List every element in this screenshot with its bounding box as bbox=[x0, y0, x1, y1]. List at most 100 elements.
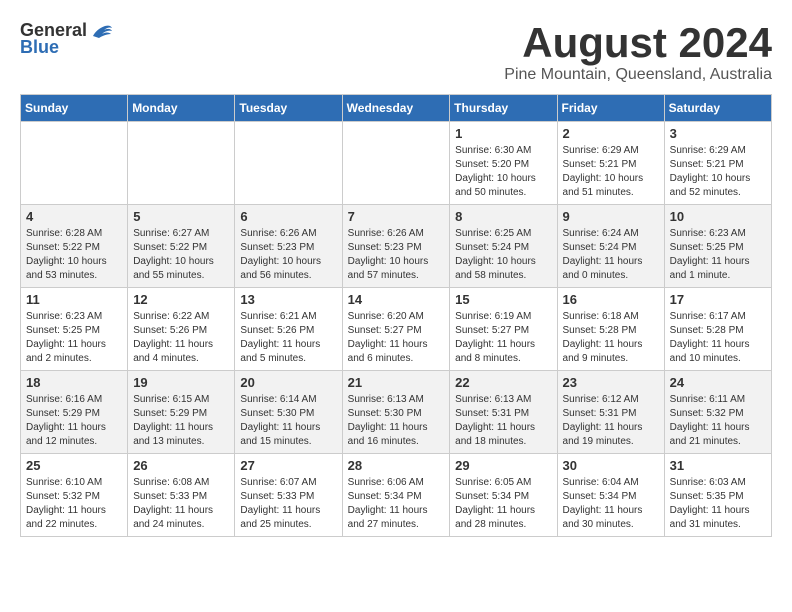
day-number: 28 bbox=[348, 458, 445, 473]
calendar-cell: 8 Sunrise: 6:25 AMSunset: 5:24 PMDaylight… bbox=[450, 205, 557, 288]
calendar-cell: 18Sunrise: 6:16 AMSunset: 5:29 PMDayligh… bbox=[21, 371, 128, 454]
day-info: Sunrise: 6:10 AMSunset: 5:32 PMDaylight:… bbox=[26, 476, 122, 532]
day-info: Sunrise: 6:24 AMSunset: 5:24 PMDaylight:… bbox=[563, 227, 659, 283]
day-number: 24 bbox=[670, 375, 766, 390]
day-info: Sunrise: 6:13 AMSunset: 5:30 PMDaylight:… bbox=[348, 393, 445, 449]
day-number: 8 bbox=[455, 209, 551, 224]
day-info: Sunrise: 6:22 AMSunset: 5:26 PMDaylight:… bbox=[133, 310, 229, 366]
logo: General Blue bbox=[20, 20, 113, 58]
calendar-week-4: 18Sunrise: 6:16 AMSunset: 5:29 PMDayligh… bbox=[21, 371, 772, 454]
day-info: Sunrise: 6:12 AMSunset: 5:31 PMDaylight:… bbox=[563, 393, 659, 449]
day-info: Sunrise: 6:11 AMSunset: 5:32 PMDaylight:… bbox=[670, 393, 766, 449]
column-header-wednesday: Wednesday bbox=[342, 95, 450, 122]
day-number: 20 bbox=[240, 375, 336, 390]
day-number: 7 bbox=[348, 209, 445, 224]
calendar-cell: 7 Sunrise: 6:26 AMSunset: 5:23 PMDaylight… bbox=[342, 205, 450, 288]
month-title: August 2024 bbox=[504, 20, 772, 66]
day-info: Sunrise: 6:18 AMSunset: 5:28 PMDaylight:… bbox=[563, 310, 659, 366]
calendar-cell: 15 Sunrise: 6:19 AMSunset: 5:27 PMDayligh… bbox=[450, 288, 557, 371]
calendar-cell bbox=[128, 122, 235, 205]
calendar-cell: 5 Sunrise: 6:27 AMSunset: 5:22 PMDaylight… bbox=[128, 205, 235, 288]
day-info: Sunrise: 6:04 AMSunset: 5:34 PMDaylight:… bbox=[563, 476, 659, 532]
column-header-sunday: Sunday bbox=[21, 95, 128, 122]
day-number: 12 bbox=[133, 292, 229, 307]
day-number: 1 bbox=[455, 126, 551, 141]
calendar-cell: 26Sunrise: 6:08 AMSunset: 5:33 PMDayligh… bbox=[128, 454, 235, 537]
calendar-cell: 20Sunrise: 6:14 AMSunset: 5:30 PMDayligh… bbox=[235, 371, 342, 454]
day-number: 30 bbox=[563, 458, 659, 473]
day-number: 9 bbox=[563, 209, 659, 224]
calendar-week-5: 25 Sunrise: 6:10 AMSunset: 5:32 PMDayligh… bbox=[21, 454, 772, 537]
calendar-cell: 29 Sunrise: 6:05 AMSunset: 5:34 PMDayligh… bbox=[450, 454, 557, 537]
day-info: Sunrise: 6:28 AMSunset: 5:22 PMDaylight:… bbox=[26, 227, 122, 283]
day-info: Sunrise: 6:19 AMSunset: 5:27 PMDaylight:… bbox=[455, 310, 551, 366]
day-info: Sunrise: 6:26 AMSunset: 5:23 PMDaylight:… bbox=[348, 227, 445, 283]
day-info: Sunrise: 6:08 AMSunset: 5:33 PMDaylight:… bbox=[133, 476, 229, 532]
calendar-cell: 13Sunrise: 6:21 AMSunset: 5:26 PMDayligh… bbox=[235, 288, 342, 371]
calendar-cell: 30 Sunrise: 6:04 AMSunset: 5:34 PMDayligh… bbox=[557, 454, 664, 537]
calendar-cell: 25 Sunrise: 6:10 AMSunset: 5:32 PMDayligh… bbox=[21, 454, 128, 537]
calendar-header-row: SundayMondayTuesdayWednesdayThursdayFrid… bbox=[21, 95, 772, 122]
calendar-cell: 31 Sunrise: 6:03 AMSunset: 5:35 PMDayligh… bbox=[664, 454, 771, 537]
day-number: 6 bbox=[240, 209, 336, 224]
day-number: 16 bbox=[563, 292, 659, 307]
day-number: 31 bbox=[670, 458, 766, 473]
calendar-cell: 10Sunrise: 6:23 AMSunset: 5:25 PMDayligh… bbox=[664, 205, 771, 288]
day-info: Sunrise: 6:13 AMSunset: 5:31 PMDaylight:… bbox=[455, 393, 551, 449]
day-info: Sunrise: 6:25 AMSunset: 5:24 PMDaylight:… bbox=[455, 227, 551, 283]
day-info: Sunrise: 6:17 AMSunset: 5:28 PMDaylight:… bbox=[670, 310, 766, 366]
day-number: 25 bbox=[26, 458, 122, 473]
day-number: 27 bbox=[240, 458, 336, 473]
calendar-cell: 16 Sunrise: 6:18 AMSunset: 5:28 PMDayligh… bbox=[557, 288, 664, 371]
day-info: Sunrise: 6:29 AMSunset: 5:21 PMDaylight:… bbox=[670, 144, 766, 200]
day-number: 10 bbox=[670, 209, 766, 224]
day-info: Sunrise: 6:20 AMSunset: 5:27 PMDaylight:… bbox=[348, 310, 445, 366]
calendar-cell: 6Sunrise: 6:26 AMSunset: 5:23 PMDaylight… bbox=[235, 205, 342, 288]
calendar-cell: 22Sunrise: 6:13 AMSunset: 5:31 PMDayligh… bbox=[450, 371, 557, 454]
day-info: Sunrise: 6:07 AMSunset: 5:33 PMDaylight:… bbox=[240, 476, 336, 532]
day-info: Sunrise: 6:27 AMSunset: 5:22 PMDaylight:… bbox=[133, 227, 229, 283]
calendar-cell bbox=[235, 122, 342, 205]
column-header-thursday: Thursday bbox=[450, 95, 557, 122]
day-number: 2 bbox=[563, 126, 659, 141]
day-number: 5 bbox=[133, 209, 229, 224]
calendar-cell bbox=[342, 122, 450, 205]
calendar-cell: 9 Sunrise: 6:24 AMSunset: 5:24 PMDaylight… bbox=[557, 205, 664, 288]
calendar-week-1: 1 Sunrise: 6:30 AMSunset: 5:20 PMDaylight… bbox=[21, 122, 772, 205]
day-info: Sunrise: 6:06 AMSunset: 5:34 PMDaylight:… bbox=[348, 476, 445, 532]
calendar-cell: 12 Sunrise: 6:22 AMSunset: 5:26 PMDayligh… bbox=[128, 288, 235, 371]
day-number: 14 bbox=[348, 292, 445, 307]
day-number: 29 bbox=[455, 458, 551, 473]
day-number: 15 bbox=[455, 292, 551, 307]
day-number: 3 bbox=[670, 126, 766, 141]
title-section: August 2024 Pine Mountain, Queensland, A… bbox=[504, 20, 772, 84]
day-info: Sunrise: 6:29 AMSunset: 5:21 PMDaylight:… bbox=[563, 144, 659, 200]
calendar-cell: 11Sunrise: 6:23 AMSunset: 5:25 PMDayligh… bbox=[21, 288, 128, 371]
calendar-table: SundayMondayTuesdayWednesdayThursdayFrid… bbox=[20, 94, 772, 537]
day-info: Sunrise: 6:03 AMSunset: 5:35 PMDaylight:… bbox=[670, 476, 766, 532]
calendar-cell: 17 Sunrise: 6:17 AMSunset: 5:28 PMDayligh… bbox=[664, 288, 771, 371]
day-number: 11 bbox=[26, 292, 122, 307]
logo-blue: Blue bbox=[20, 37, 59, 58]
calendar-cell: 24 Sunrise: 6:11 AMSunset: 5:32 PMDayligh… bbox=[664, 371, 771, 454]
page-header: General Blue August 2024 Pine Mountain, … bbox=[20, 20, 772, 84]
day-number: 17 bbox=[670, 292, 766, 307]
calendar-cell: 27 Sunrise: 6:07 AMSunset: 5:33 PMDayligh… bbox=[235, 454, 342, 537]
calendar-cell: 23 Sunrise: 6:12 AMSunset: 5:31 PMDayligh… bbox=[557, 371, 664, 454]
calendar-cell: 4Sunrise: 6:28 AMSunset: 5:22 PMDaylight… bbox=[21, 205, 128, 288]
calendar-cell bbox=[21, 122, 128, 205]
column-header-tuesday: Tuesday bbox=[235, 95, 342, 122]
column-header-friday: Friday bbox=[557, 95, 664, 122]
calendar-cell: 21Sunrise: 6:13 AMSunset: 5:30 PMDayligh… bbox=[342, 371, 450, 454]
day-number: 19 bbox=[133, 375, 229, 390]
logo-bird-icon bbox=[91, 22, 113, 40]
calendar-cell: 14 Sunrise: 6:20 AMSunset: 5:27 PMDayligh… bbox=[342, 288, 450, 371]
calendar-cell: 28 Sunrise: 6:06 AMSunset: 5:34 PMDayligh… bbox=[342, 454, 450, 537]
day-number: 13 bbox=[240, 292, 336, 307]
calendar-week-3: 11Sunrise: 6:23 AMSunset: 5:25 PMDayligh… bbox=[21, 288, 772, 371]
day-info: Sunrise: 6:30 AMSunset: 5:20 PMDaylight:… bbox=[455, 144, 551, 200]
day-number: 23 bbox=[563, 375, 659, 390]
day-info: Sunrise: 6:16 AMSunset: 5:29 PMDaylight:… bbox=[26, 393, 122, 449]
day-info: Sunrise: 6:05 AMSunset: 5:34 PMDaylight:… bbox=[455, 476, 551, 532]
column-header-monday: Monday bbox=[128, 95, 235, 122]
